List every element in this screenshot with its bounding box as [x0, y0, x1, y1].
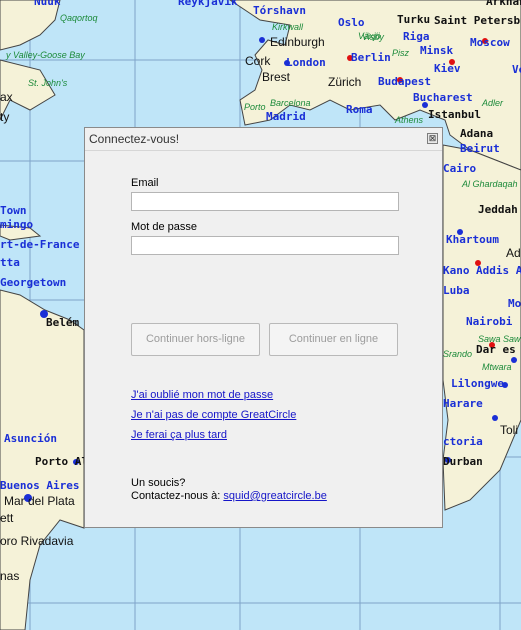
map-label: oro Rivadavia [0, 534, 74, 548]
map-label: Mtwara [482, 362, 512, 372]
map-label: Beirut [460, 142, 500, 155]
map-label: Berlin [351, 51, 391, 64]
map-label: y Valley-Goose Bay [6, 50, 85, 60]
map-label: Turku [397, 13, 431, 26]
map-label: Porto Al [35, 455, 88, 468]
map-label: Srando [443, 349, 473, 359]
map-label: Växjö [358, 31, 381, 41]
map-label: ax [0, 90, 13, 104]
map-label: Adler [482, 98, 504, 108]
contact-email-link[interactable]: squid@greatcircle.be [223, 490, 327, 502]
map-label: Harare [443, 397, 483, 410]
continue-online-button[interactable]: Continuer en ligne [269, 323, 398, 356]
map-label: Dar es [476, 343, 516, 356]
map-label: Jeddah [478, 203, 518, 216]
map-label: ty [0, 110, 10, 124]
map-label: Toli [500, 423, 519, 437]
login-dialog: Connectez-vous! ⊠ Email Mot de passe Con… [84, 127, 443, 528]
map-label: Kirkwall [272, 22, 304, 32]
map-label: Nairobi [466, 315, 513, 328]
map-label: Addis A [476, 264, 521, 277]
no-account-link[interactable]: Je n'ai pas de compte GreatCircle [131, 409, 296, 421]
map-label: Arkhan [486, 0, 521, 8]
map-label: Vo [512, 63, 521, 76]
map-label: Town [0, 204, 27, 217]
map-label: Mar del Plata [4, 494, 75, 508]
map-label: Madrid [266, 110, 306, 123]
map-label: Budapest [378, 75, 431, 88]
password-field[interactable] [131, 236, 399, 255]
map-label: Mo [508, 297, 521, 310]
map-label: ett [0, 511, 14, 525]
map-label: Nuuk [34, 0, 61, 8]
map-label: Brest [262, 70, 291, 84]
map-label: Cork [245, 54, 271, 68]
close-icon[interactable]: ⊠ [427, 133, 438, 144]
map-label: Khartoum [446, 233, 499, 246]
map-label: Athens [395, 115, 424, 125]
map-label: Georgetown [0, 276, 67, 289]
map-label: Minsk [420, 44, 454, 57]
contact-prefix: Contactez-nous à: [131, 490, 221, 502]
map-label: Moscow [470, 36, 510, 49]
map-label: Asunción [4, 432, 57, 445]
issue-text: Un soucis? [131, 477, 186, 489]
map-label: Sawa Sawa [478, 334, 521, 344]
map-label: Kano [443, 264, 470, 277]
map-label: Reykjavík [178, 0, 238, 8]
map-label: Durban [443, 455, 483, 468]
map-label: Adana [460, 127, 494, 140]
dialog-titlebar[interactable]: Connectez-vous! ⊠ [85, 128, 442, 151]
map-label: Saint Petersburg [434, 14, 521, 27]
map-label: Roma [346, 103, 373, 116]
map-label: Luba [443, 284, 470, 297]
map-label: St. John's [28, 78, 68, 88]
password-label: Mot de passe [131, 221, 198, 233]
map-label: Qaqortoq [60, 13, 98, 23]
map-label: Lilongwe [451, 377, 504, 390]
map-label: Barcelona [270, 98, 311, 108]
map-label: tta [0, 256, 20, 269]
email-label: Email [131, 177, 159, 189]
dialog-title: Connectez-vous! [89, 132, 180, 146]
contact-line: Contactez-nous à: squid@greatcircle.be [131, 490, 327, 502]
map-label: Riga [403, 30, 430, 43]
continue-offline-button[interactable]: Continuer hors-ligne [131, 323, 260, 356]
map-label: Istanbul [428, 108, 481, 121]
map-label: Bucharest [413, 91, 473, 104]
map-label: Belém [46, 316, 80, 329]
map-label: Al Ghardaqah [462, 179, 518, 189]
map-label: London [286, 56, 326, 69]
map-label: Porto [244, 102, 266, 112]
map-label: ctoria [443, 435, 483, 448]
map-label: Tórshavn [253, 4, 306, 17]
map-label: mingo [0, 218, 34, 231]
map-label: rt-de-France [0, 238, 80, 251]
map-label: Edinburgh [270, 35, 325, 49]
map-label: Kiev [434, 62, 461, 75]
map-label: Pisz [392, 48, 410, 58]
email-field[interactable] [131, 192, 399, 211]
map-label: Ad [506, 246, 521, 260]
later-link[interactable]: Je ferai ça plus tard [131, 429, 227, 441]
forgot-password-link[interactable]: J'ai oublié mon mot de passe [131, 389, 273, 401]
map-label: Cairo [443, 162, 477, 175]
map-label: nas [0, 569, 20, 583]
map-label: Buenos Aires [0, 479, 80, 492]
map-label: Oslo [338, 16, 365, 29]
map-label: Zürich [328, 75, 362, 89]
